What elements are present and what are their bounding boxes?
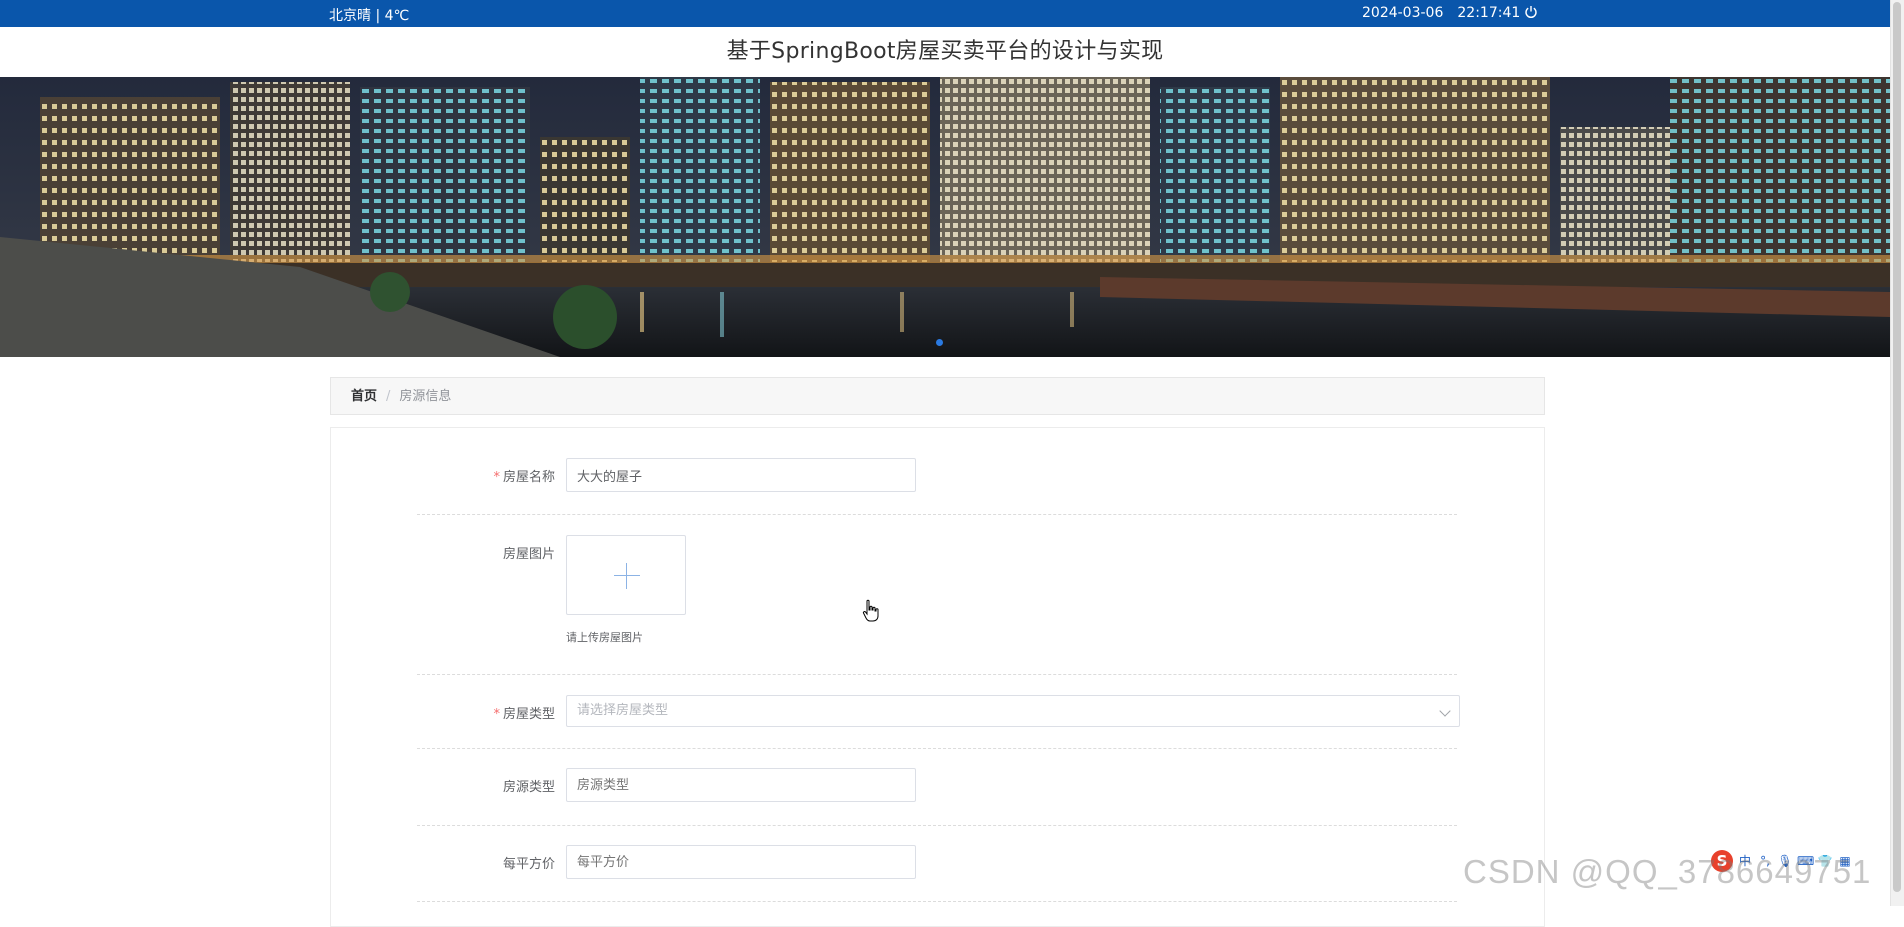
breadcrumb-current: 房源信息: [399, 389, 452, 404]
scrollbar-thumb[interactable]: [1893, 2, 1901, 892]
divider: [417, 901, 1457, 902]
house-type-placeholder: 请选择房屋类型: [577, 703, 669, 718]
house-name-label: * 房屋名称: [493, 470, 555, 485]
carousel-indicator[interactable]: [936, 339, 943, 346]
image-upload-button[interactable]: [566, 535, 879, 622]
divider: [417, 674, 1457, 675]
source-type-label: 房源类型: [502, 780, 555, 795]
breadcrumb: 首页 / 房源信息: [330, 377, 1545, 415]
banner-image: [0, 77, 1890, 357]
top-bar: 北京晴 | 4℃ 2024-03-06 22:17:41: [0, 0, 1890, 27]
plus-icon: [626, 563, 627, 589]
divider: [417, 825, 1457, 826]
price-input[interactable]: [566, 845, 916, 879]
site-title: 基于SpringBoot房屋买卖平台的设计与实现: [726, 39, 1164, 64]
datetime: 2024-03-06 22:17:41: [1362, 5, 1534, 21]
watermark: CSDN @QQ_37866497​51: [1463, 853, 1872, 890]
breadcrumb-home[interactable]: 首页: [351, 389, 377, 404]
required-mark: *: [493, 707, 500, 722]
chevron-down-icon: [1439, 705, 1451, 717]
date-text: 2024-03-06: [1362, 5, 1444, 21]
price-label: 每平方价: [502, 857, 555, 872]
banner-carousel[interactable]: [0, 77, 1890, 357]
house-image-label: 房屋图片: [502, 547, 555, 562]
divider: [417, 748, 1457, 749]
upload-tip: 请上传房屋图片: [566, 631, 643, 644]
breadcrumb-separator: /: [386, 389, 391, 404]
house-form: *房屋名称 房屋图片 请上传房屋图片 *房屋类型 请选择房屋类型 房: [330, 427, 1545, 927]
hand-cursor-icon: [862, 599, 879, 622]
divider: [417, 514, 1457, 515]
house-name-input[interactable]: [566, 458, 916, 492]
site-header: 基于SpringBoot房屋买卖平台的设计与实现: [0, 27, 1890, 77]
house-type-select[interactable]: 请选择房屋类型: [566, 695, 1460, 727]
power-icon[interactable]: [1524, 5, 1538, 19]
house-type-label: * 房屋类型: [493, 707, 555, 722]
required-mark: *: [493, 470, 500, 485]
weather-info: 北京晴 | 4℃: [329, 8, 410, 24]
source-type-input[interactable]: [566, 768, 916, 802]
time-text: 22:17:41: [1457, 5, 1521, 21]
